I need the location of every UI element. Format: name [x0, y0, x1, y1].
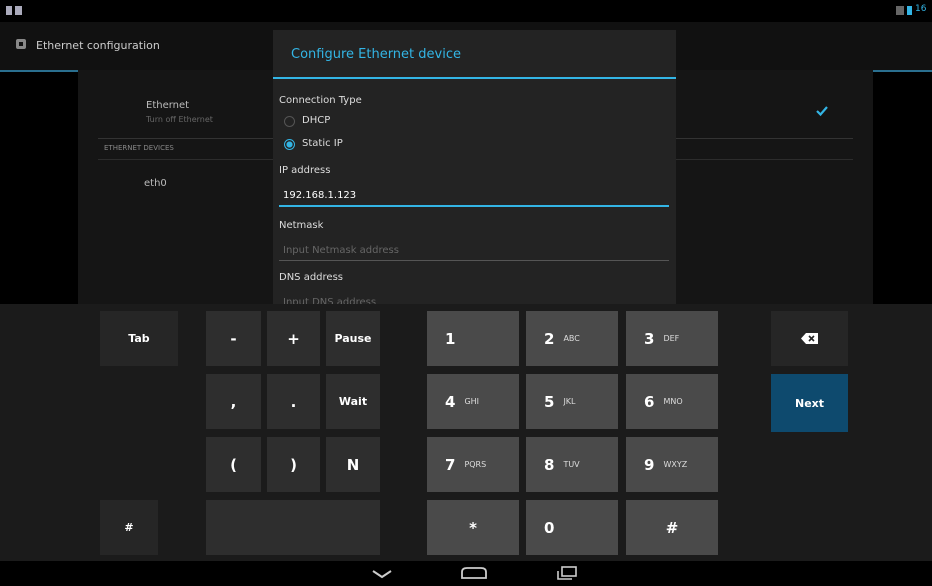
- settings-icon[interactable]: [14, 37, 28, 51]
- key-3[interactable]: 3 DEF: [626, 311, 718, 366]
- hash-key[interactable]: #: [626, 500, 718, 555]
- key-9[interactable]: 9 WXYZ: [626, 437, 718, 492]
- configure-ethernet-dialog: Configure Ethernet device Connection Typ…: [273, 30, 676, 305]
- symbols-key[interactable]: #: [100, 500, 158, 555]
- pause-key[interactable]: Pause: [326, 311, 380, 366]
- left-paren-key[interactable]: (: [206, 437, 261, 492]
- key-5[interactable]: 5 JKL: [526, 374, 618, 429]
- comma-key[interactable]: ,: [206, 374, 261, 429]
- tab-key[interactable]: Tab: [100, 311, 178, 366]
- battery-icon: [907, 6, 912, 15]
- key-letters: DEF: [663, 334, 680, 343]
- clock: 16: [915, 4, 927, 14]
- numeric-keyboard: Tab # - + Pause , . Wait ( ) N 1 2 ABC 3…: [0, 304, 932, 561]
- dialog-title-divider: [273, 77, 676, 79]
- key-letters: ABC: [563, 334, 580, 343]
- key-digit: 7: [445, 455, 456, 474]
- key-letters: WXYZ: [663, 460, 688, 469]
- ethernet-title: Ethernet: [146, 100, 190, 111]
- key-4[interactable]: 4 GHI: [427, 374, 519, 429]
- key-letters: MNO: [663, 397, 683, 406]
- section-header: ETHERNET DEVICES: [104, 144, 174, 152]
- device-eth0[interactable]: eth0: [144, 178, 167, 189]
- wait-key[interactable]: Wait: [326, 374, 380, 429]
- next-key[interactable]: Next: [771, 374, 848, 432]
- radio-dhcp[interactable]: [284, 116, 295, 127]
- radio-static-ip[interactable]: [284, 139, 295, 150]
- ip-address-field[interactable]: [279, 183, 669, 207]
- dns-address-input[interactable]: [279, 291, 669, 305]
- ip-address-input[interactable]: [279, 184, 669, 207]
- backspace-key[interactable]: [771, 311, 848, 366]
- key-letters: GHI: [464, 397, 480, 406]
- key-1[interactable]: 1: [427, 311, 519, 366]
- n-key[interactable]: N: [326, 437, 380, 492]
- app-title: Ethernet configuration: [36, 39, 160, 52]
- hide-keyboard-icon[interactable]: [370, 569, 394, 579]
- netmask-label: Netmask: [279, 220, 324, 231]
- recent-apps-icon[interactable]: [555, 565, 579, 581]
- key-letters: JKL: [563, 397, 576, 406]
- key-digit: 4: [445, 392, 456, 411]
- key-letters: PQRS: [464, 460, 487, 469]
- backspace-icon: [800, 333, 818, 344]
- key-digit: 2: [544, 329, 555, 348]
- key-7[interactable]: 7 PQRS: [427, 437, 519, 492]
- ip-address-label: IP address: [279, 165, 331, 176]
- notification-icon: [15, 6, 22, 15]
- radio-dhcp-label[interactable]: DHCP: [302, 115, 330, 126]
- key-digit: 1: [445, 329, 456, 348]
- notification-icon: [6, 6, 12, 15]
- key-digit: 0: [544, 518, 555, 537]
- key-digit: 9: [644, 455, 655, 474]
- key-digit: 8: [544, 455, 555, 474]
- netmask-field[interactable]: [279, 238, 669, 262]
- dns-address-field[interactable]: [279, 290, 669, 305]
- space-key[interactable]: [206, 500, 380, 555]
- radio-static-ip-label[interactable]: Static IP: [302, 138, 343, 149]
- plus-key[interactable]: +: [267, 311, 320, 366]
- star-key[interactable]: *: [427, 500, 519, 555]
- period-key[interactable]: .: [267, 374, 320, 429]
- status-bar: 16: [0, 0, 932, 22]
- signal-icon: [896, 6, 904, 15]
- dialog-title: Configure Ethernet device: [291, 47, 461, 62]
- key-2[interactable]: 2 ABC: [526, 311, 618, 366]
- navigation-bar: [0, 561, 932, 586]
- minus-key[interactable]: -: [206, 311, 261, 366]
- dns-address-label: DNS address: [279, 272, 343, 283]
- key-0[interactable]: 0: [526, 500, 618, 555]
- key-8[interactable]: 8 TUV: [526, 437, 618, 492]
- key-letters: TUV: [563, 460, 580, 469]
- home-icon[interactable]: [459, 566, 489, 580]
- key-6[interactable]: 6 MNO: [626, 374, 718, 429]
- key-digit: 5: [544, 392, 555, 411]
- checkbox-checked-icon[interactable]: [815, 105, 829, 117]
- key-digit: 3: [644, 329, 655, 348]
- netmask-input[interactable]: [279, 239, 669, 262]
- right-paren-key[interactable]: ): [267, 437, 320, 492]
- key-digit: 6: [644, 392, 655, 411]
- connection-type-label: Connection Type: [279, 95, 362, 106]
- ethernet-subtitle: Turn off Ethernet: [146, 115, 213, 124]
